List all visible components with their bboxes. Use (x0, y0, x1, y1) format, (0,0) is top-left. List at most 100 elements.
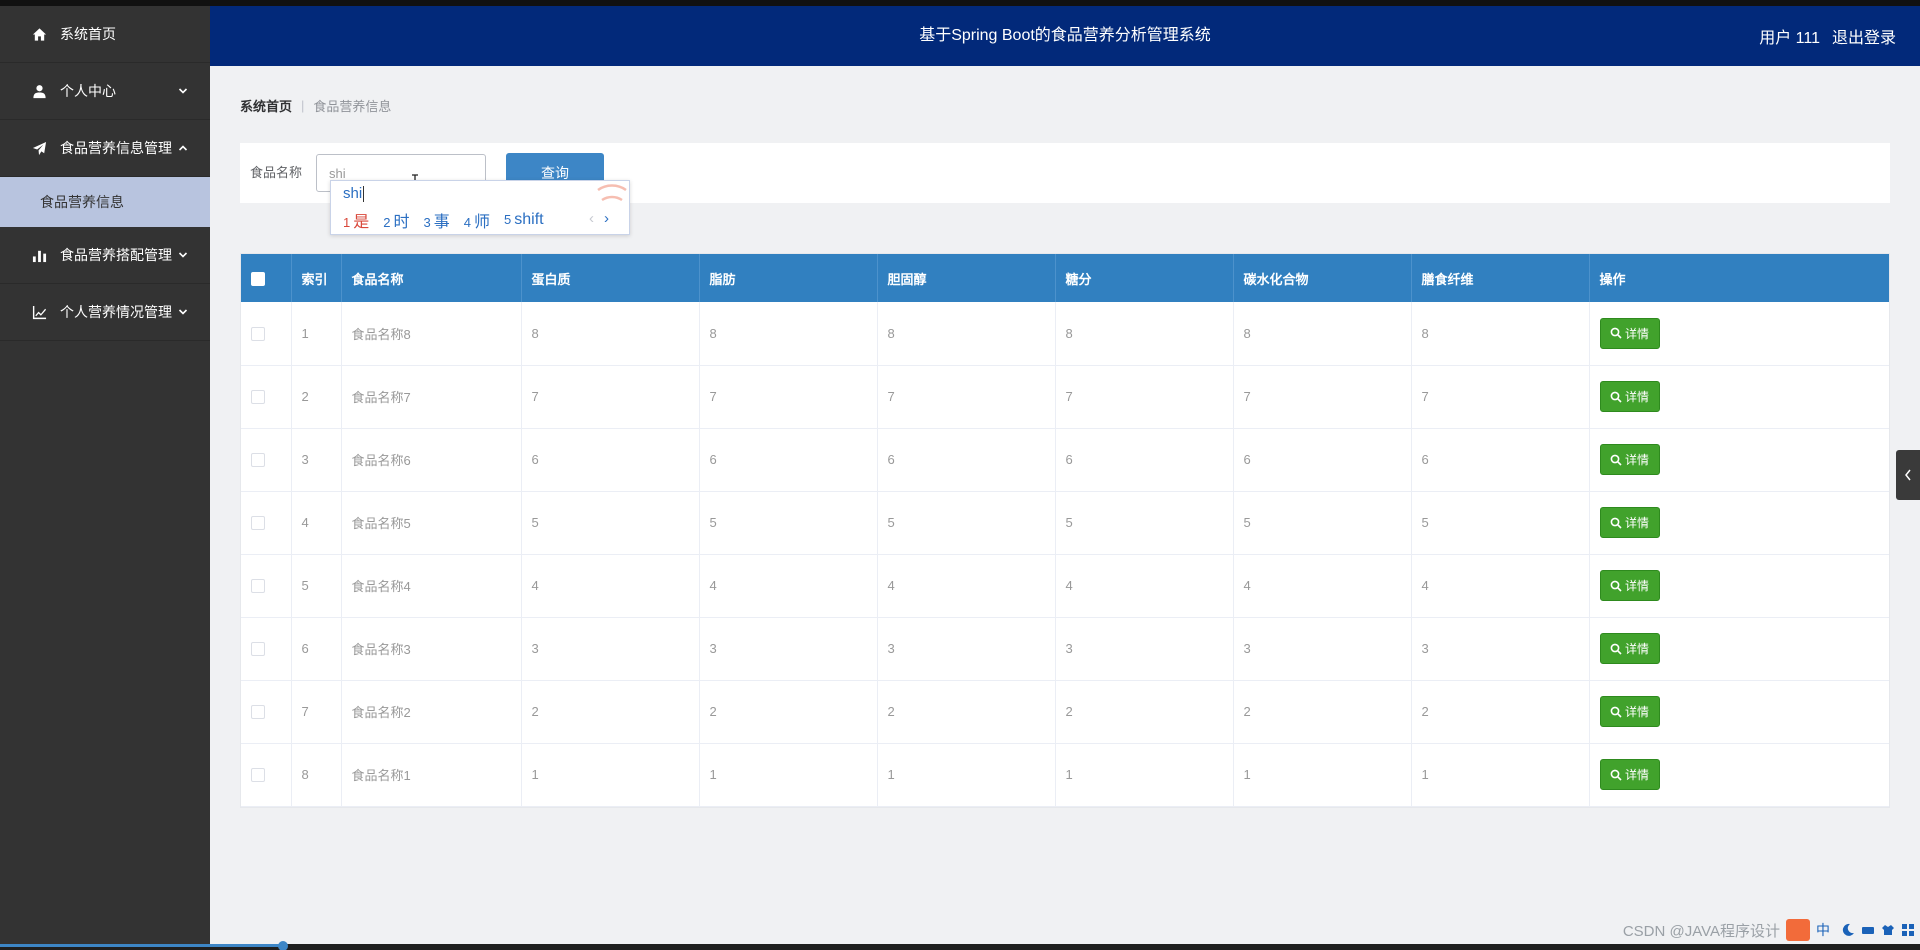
detail-button[interactable]: 详情 (1599, 759, 1660, 790)
row-select-cell[interactable] (241, 617, 292, 680)
table-cell: 4 (521, 554, 700, 617)
detail-button-label: 详情 (1624, 642, 1649, 656)
chevron-down-icon (178, 86, 188, 96)
ime-prev-page-button[interactable]: ‹ (589, 210, 594, 227)
row-checkbox[interactable] (251, 705, 265, 720)
detail-button[interactable]: 详情 (1599, 633, 1660, 664)
detail-button[interactable]: 详情 (1599, 570, 1660, 601)
sidebar-item-personal-nutrition-management[interactable]: 个人营养情况管理 (0, 284, 210, 341)
row-checkbox[interactable] (251, 516, 265, 531)
keyboard-icon[interactable] (1860, 922, 1876, 938)
system-tray: CSDN @JAVA程序设计 中 (1623, 918, 1916, 942)
row-checkbox[interactable] (251, 579, 265, 594)
row-select-cell[interactable] (241, 365, 292, 428)
search-icon (1610, 580, 1622, 592)
breadcrumb-home[interactable]: 系统首页 (240, 96, 292, 115)
ime-candidate[interactable]: 1是 (343, 208, 369, 232)
row-select-cell[interactable] (241, 554, 292, 617)
breadcrumb-current: 食品营养信息 (313, 99, 392, 114)
table-cell: 5 (291, 554, 342, 617)
ime-candidate[interactable]: 2时 (383, 208, 409, 232)
row-select-cell[interactable] (241, 743, 292, 806)
sidebar-item-profile[interactable]: 个人中心 (0, 63, 210, 120)
table-row: 4 食品名称5 5 5 5 5 5 5 详情 (241, 491, 1889, 554)
top-header: 基于Spring Boot的食品营养分析管理系统 用户 111 退出登录 (210, 6, 1920, 66)
table-cell: 7 (521, 365, 700, 428)
column-header: 操作 (1599, 271, 1626, 287)
table-cell: 4 (1411, 554, 1590, 617)
detail-button[interactable]: 详情 (1599, 317, 1660, 349)
row-select-cell[interactable] (241, 680, 292, 743)
detail-button[interactable]: 详情 (1599, 444, 1660, 475)
logout-link[interactable]: 退出登录 (1832, 24, 1896, 48)
row-select-cell[interactable] (241, 491, 292, 554)
ime-candidate[interactable]: 5 shift (504, 211, 544, 229)
table-cell: 食品名称6 (341, 428, 522, 491)
action-cell: 详情 (1589, 428, 1889, 491)
table-row: 7 食品名称2 2 2 2 2 2 2 详情 (241, 680, 1889, 743)
ime-app-icon[interactable] (1786, 919, 1810, 941)
table-cell: 7 (699, 365, 878, 428)
table-cell: 6 (1411, 428, 1590, 491)
ime-candidate[interactable]: 4师 (464, 208, 490, 232)
bottom-progress-bar (0, 944, 280, 947)
current-user-label: 用户 111 (1759, 30, 1820, 47)
table-cell: 7 (291, 680, 342, 743)
table-cell: 5 (1411, 491, 1590, 554)
row-checkbox[interactable] (251, 327, 265, 342)
search-icon (1610, 769, 1622, 781)
detail-button[interactable]: 详情 (1599, 381, 1660, 412)
shirt-icon[interactable] (1880, 922, 1896, 938)
action-cell: 详情 (1589, 743, 1889, 806)
sidebar-item-food-pairing-management[interactable]: 食品营养搭配管理 (0, 227, 210, 284)
ime-next-page-button[interactable]: › (604, 210, 609, 227)
sidebar-subitem-food-info[interactable]: 食品营养信息 (0, 177, 210, 227)
row-checkbox[interactable] (251, 768, 265, 783)
row-checkbox[interactable] (251, 642, 265, 657)
bottom-progress-handle[interactable] (278, 941, 288, 950)
detail-button-label: 详情 (1624, 768, 1649, 782)
table-cell: 7 (1055, 365, 1234, 428)
user-icon (30, 82, 48, 100)
ime-candidate-number: 5 (504, 212, 512, 227)
action-cell: 详情 (1589, 554, 1889, 617)
row-checkbox[interactable] (251, 453, 265, 468)
side-panel-toggle[interactable] (1896, 450, 1920, 500)
sidebar-item-food-info-management[interactable]: 食品营养信息管理 (0, 120, 210, 177)
ime-pager: ‹ › (589, 210, 609, 227)
search-icon (1610, 706, 1622, 718)
grid-icon[interactable] (1900, 922, 1916, 938)
table-cell: 食品名称4 (341, 554, 522, 617)
table-cell: 1 (1055, 743, 1234, 806)
table-cell: 1 (877, 743, 1056, 806)
action-cell: 详情 (1589, 302, 1889, 365)
header-user-area: 用户 111 退出登录 (1759, 6, 1896, 66)
table-cell: 2 (521, 680, 700, 743)
sidebar-item-home[interactable]: 系统首页 (0, 6, 210, 63)
column-header: 糖分 (1055, 254, 1234, 302)
select-all-header[interactable] (241, 254, 292, 302)
ime-candidate[interactable]: 3事 (424, 208, 450, 232)
ime-candidate-text: 是 (353, 214, 370, 231)
column-header: 食品名称 (341, 254, 522, 302)
moon-icon[interactable] (1840, 922, 1856, 938)
table-cell: 2 (699, 680, 878, 743)
row-select-cell[interactable] (241, 302, 292, 365)
detail-button-label: 详情 (1624, 453, 1649, 467)
detail-button[interactable]: 详情 (1599, 507, 1660, 538)
ime-candidate-number: 1 (343, 215, 351, 230)
table-cell: 3 (1055, 617, 1234, 680)
action-cell: 详情 (1589, 491, 1889, 554)
ime-candidate-popup: shi 1是 2时 3事 4师 5 shift ‹ › (330, 180, 630, 235)
select-all-checkbox[interactable] (251, 271, 265, 286)
detail-button[interactable]: 详情 (1599, 696, 1660, 727)
row-checkbox[interactable] (251, 390, 265, 405)
row-select-cell[interactable] (241, 428, 292, 491)
table-cell: 2 (1055, 680, 1234, 743)
ime-mode-indicator[interactable]: 中 (1816, 920, 1830, 940)
paper-plane-icon (30, 139, 48, 157)
table-cell: 5 (521, 491, 700, 554)
bottom-bar (0, 944, 1920, 950)
breadcrumb-separator: | (301, 98, 305, 113)
search-label: 食品名称 (250, 165, 303, 180)
